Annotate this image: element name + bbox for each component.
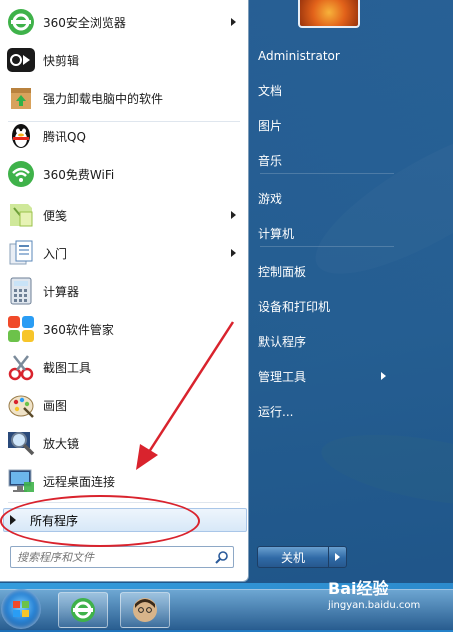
360-browser-icon — [5, 6, 37, 38]
start-right-item[interactable]: 运行... — [258, 398, 396, 424]
program-item[interactable]: 快剪辑 — [2, 42, 244, 78]
360-browser-icon — [71, 598, 95, 622]
right-panel-separator — [260, 246, 394, 247]
user-avatar-icon — [133, 598, 157, 622]
start-right-item-label: 管理工具 — [258, 369, 307, 384]
getting-started-icon — [5, 237, 37, 269]
program-item[interactable]: 便笺 — [2, 197, 244, 233]
start-right-item[interactable]: 图片 — [258, 112, 396, 138]
program-item[interactable]: 远程桌面连接 — [2, 463, 244, 499]
start-right-item[interactable]: 管理工具 — [258, 363, 396, 389]
program-item[interactable]: 放大镜 — [2, 425, 244, 461]
360-software-manager-icon — [5, 313, 37, 345]
user-picture-tile[interactable] — [298, 0, 360, 28]
all-programs-separator — [8, 502, 240, 503]
start-right-item-label: 设备和打印机 — [258, 299, 331, 314]
start-right-item-label: 音乐 — [258, 153, 283, 168]
program-item[interactable]: 画图 — [2, 387, 244, 423]
right-panel-separator — [260, 173, 394, 174]
program-item[interactable]: 360软件管家 — [2, 311, 244, 347]
program-label: 入门 — [43, 246, 68, 261]
start-right-item[interactable]: 计算机 — [258, 220, 396, 246]
program-item[interactable]: 360安全浏览器 — [2, 4, 244, 40]
kuaijianji-icon — [5, 44, 37, 76]
calculator-icon — [5, 275, 37, 307]
program-label: 快剪辑 — [43, 53, 80, 68]
program-item[interactable]: 强力卸载电脑中的软件 — [2, 80, 244, 116]
program-label: 远程桌面连接 — [43, 474, 116, 489]
start-right-item[interactable]: 默认程序 — [258, 328, 396, 354]
start-right-item[interactable]: Administrator — [258, 43, 396, 69]
start-right-item-label: 控制面板 — [258, 264, 307, 279]
search-input[interactable] — [11, 549, 213, 565]
all-programs-button[interactable]: 所有程序 — [3, 508, 247, 532]
pinned-separator — [8, 121, 240, 122]
program-label: 腾讯QQ — [43, 129, 86, 144]
start-right-item-label: Administrator — [258, 49, 340, 63]
chevron-right-icon — [231, 211, 236, 219]
program-label: 360免费WiFi — [43, 167, 115, 182]
program-label: 强力卸载电脑中的软件 — [43, 91, 164, 106]
triangle-right-icon — [10, 515, 16, 525]
search-icon[interactable] — [213, 548, 231, 566]
remote-desktop-icon — [5, 465, 37, 497]
program-label: 画图 — [43, 398, 68, 413]
program-label: 便笺 — [43, 208, 68, 223]
program-label: 计算器 — [43, 284, 80, 299]
chevron-right-icon — [231, 249, 236, 257]
program-item[interactable]: 计算器 — [2, 273, 244, 309]
program-item[interactable]: 截图工具 — [2, 349, 244, 385]
start-right-item-label: 游戏 — [258, 191, 283, 206]
qq-penguin-icon — [5, 120, 37, 152]
start-right-item-label: 运行... — [258, 404, 294, 419]
shutdown-button[interactable]: 关机 — [258, 547, 328, 567]
chevron-right-icon — [231, 18, 236, 26]
sticky-notes-icon — [5, 199, 37, 231]
chevron-right-icon — [335, 553, 340, 561]
paint-icon — [5, 389, 37, 421]
start-right-item-label: 文档 — [258, 83, 283, 98]
program-label: 放大镜 — [43, 436, 80, 451]
start-menu: 360安全浏览器 快剪辑 强力卸载电脑中的软件 腾讯QQ 360免费WiFi 便笺 入门 计算… — [0, 0, 453, 583]
start-right-item[interactable]: 设备和打印机 — [258, 293, 396, 319]
start-orb-icon[interactable] — [1, 589, 41, 629]
program-label: 360安全浏览器 — [43, 15, 126, 30]
start-right-item[interactable]: 游戏 — [258, 185, 396, 211]
watermark-url: jingyan.baidu.com — [328, 600, 421, 611]
start-right-item-label: 默认程序 — [258, 334, 307, 349]
search-box — [10, 546, 234, 568]
uninstall-icon — [5, 82, 37, 114]
programs-panel: 360安全浏览器 快剪辑强力卸载电脑中的软件 腾讯QQ 360免费WiFi 便笺入门计算… — [0, 0, 249, 582]
start-right-item-label: 计算机 — [258, 226, 295, 241]
shutdown-options-button[interactable] — [328, 547, 346, 567]
baidu-jingyan-watermark: Bai经验 jingyan.baidu.com — [328, 575, 420, 611]
snipping-tool-icon — [5, 351, 37, 383]
start-right-item[interactable]: 音乐 — [258, 147, 396, 173]
all-programs-label: 所有程序 — [30, 513, 79, 528]
watermark-brand: Bai经验 — [328, 579, 389, 598]
program-label: 360软件管家 — [43, 322, 114, 337]
taskbar-360-browser[interactable] — [58, 592, 108, 628]
start-right-item[interactable]: 文档 — [258, 77, 396, 103]
program-item[interactable]: 入门 — [2, 235, 244, 271]
start-right-item[interactable]: 控制面板 — [258, 258, 396, 284]
360-wifi-icon — [5, 158, 37, 190]
program-item[interactable]: 腾讯QQ — [2, 118, 244, 154]
start-right-item-label: 图片 — [258, 118, 283, 133]
program-item[interactable]: 360免费WiFi — [2, 156, 244, 192]
chevron-right-icon — [381, 372, 386, 380]
magnifier-icon — [5, 427, 37, 459]
program-label: 截图工具 — [43, 360, 92, 375]
taskbar-user-app[interactable] — [120, 592, 170, 628]
shutdown-control: 关机 — [257, 546, 347, 568]
